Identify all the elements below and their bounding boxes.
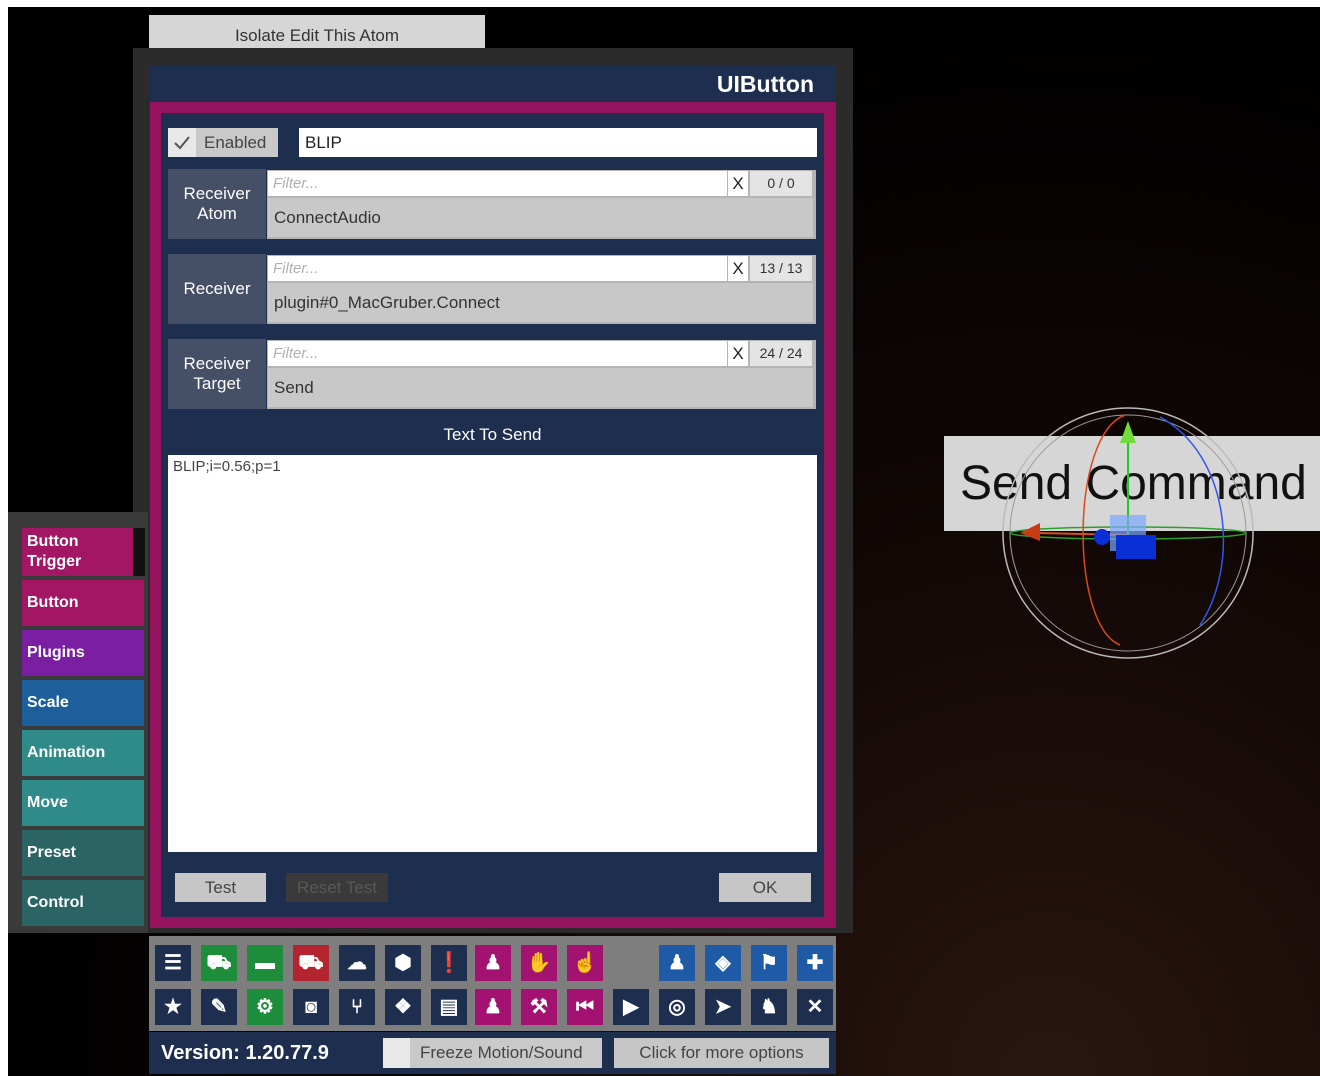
star-icon[interactable]: ★ bbox=[155, 989, 191, 1025]
receiver-filter-input[interactable]: Filter... bbox=[268, 256, 727, 281]
panel-title: UIButton bbox=[150, 66, 836, 102]
target-icon[interactable]: ◎ bbox=[659, 989, 695, 1025]
unity-icon[interactable]: ◈ bbox=[705, 945, 741, 981]
tab-scale[interactable]: Scale bbox=[22, 680, 144, 726]
text-to-send-field[interactable]: BLIP;i=0.56;p=1 bbox=[168, 455, 817, 852]
enabled-toggle[interactable]: Enabled bbox=[168, 128, 278, 157]
ok-button[interactable]: OK bbox=[719, 873, 811, 902]
tab-plugins[interactable]: Plugins bbox=[22, 630, 144, 676]
receiver-popup[interactable]: plugin#0_MacGruber.Connect bbox=[268, 283, 813, 322]
trigger-name-field[interactable]: BLIP bbox=[299, 128, 817, 157]
people-icon[interactable]: ♞ bbox=[751, 989, 787, 1025]
hand-icon[interactable]: ✋ bbox=[521, 945, 557, 981]
close-tools-icon[interactable]: ✕ bbox=[797, 989, 833, 1025]
play-icon[interactable]: ▶ bbox=[613, 989, 649, 1025]
enabled-label: Enabled bbox=[204, 132, 267, 152]
package-icon[interactable]: ⬢ bbox=[385, 945, 421, 981]
receiver-target-popup[interactable]: Send bbox=[268, 368, 813, 407]
main-toolbar: ☰ ⛟ ▬ ⛟ ☁ ⬢ ❗ ♟ ✋ ☝ ♟ ◈ ⚑ ✚ ★ ✎ ⚙ ◙ ⑂ ❖ … bbox=[149, 936, 836, 1031]
screen-border-left bbox=[0, 0, 8, 1076]
receiver-target-label: Receiver Target bbox=[168, 339, 266, 409]
tab-animation[interactable]: Animation bbox=[22, 730, 144, 776]
remove-person-icon[interactable]: ♟ bbox=[475, 989, 511, 1025]
menu-icon[interactable]: ☰ bbox=[155, 945, 191, 981]
tool-icon[interactable]: ⚒ bbox=[521, 989, 557, 1025]
alert-icon[interactable]: ❗ bbox=[431, 945, 467, 981]
send-command-label[interactable]: Send Command bbox=[944, 436, 1320, 531]
tab-control[interactable]: Control bbox=[22, 880, 144, 926]
test-button[interactable]: Test bbox=[175, 873, 266, 902]
camera-icon[interactable]: ◙ bbox=[293, 989, 329, 1025]
receiver-atom-label: Receiver Atom bbox=[168, 169, 266, 239]
receiver-atom-filter-clear-button[interactable]: X bbox=[728, 171, 748, 196]
pointer-hand-icon[interactable]: ☝ bbox=[567, 945, 603, 981]
receiver-count: 13 / 13 bbox=[750, 256, 812, 281]
freeze-motion-toggle[interactable]: Freeze Motion/Sound bbox=[383, 1038, 602, 1068]
tab-button[interactable]: Button bbox=[22, 580, 144, 626]
load-scene-icon[interactable]: ⛟ bbox=[293, 945, 329, 981]
settings-folder-icon[interactable]: ⚙ bbox=[247, 989, 283, 1025]
receiver-atom-count: 0 / 0 bbox=[750, 171, 812, 196]
active-tab-indicator bbox=[133, 528, 145, 576]
skip-back-icon[interactable]: ⏮ bbox=[567, 989, 603, 1025]
plus-icon[interactable]: ✚ bbox=[797, 945, 833, 981]
receiver-filter-clear-button[interactable]: X bbox=[728, 256, 748, 281]
receiver-target-count: 24 / 24 bbox=[750, 341, 812, 366]
receiver-target-filter-input[interactable]: Filter... bbox=[268, 341, 727, 366]
freeze-checkbox[interactable] bbox=[383, 1038, 410, 1068]
tab-button-trigger[interactable]: Button Trigger bbox=[22, 528, 144, 576]
checkmark-icon[interactable] bbox=[168, 128, 196, 157]
screen-border-top bbox=[0, 0, 1320, 7]
split-icon[interactable]: ⑂ bbox=[339, 989, 375, 1025]
save-scene-icon[interactable]: ⛟ bbox=[201, 945, 237, 981]
receiver-target-selector: Filter... X 24 / 24 Send bbox=[267, 340, 816, 409]
receiver-target-filter-clear-button[interactable]: X bbox=[728, 341, 748, 366]
cursor-icon[interactable]: ➤ bbox=[705, 989, 741, 1025]
document-icon[interactable]: ▤ bbox=[431, 989, 467, 1025]
tab-preset[interactable]: Preset bbox=[22, 830, 144, 876]
text-to-send-label: Text To Send bbox=[443, 425, 542, 444]
add-person-icon[interactable]: ♟ bbox=[475, 945, 511, 981]
version-label: Version: 1.20.77.9 bbox=[161, 1042, 329, 1064]
dropbox-icon[interactable]: ❖ bbox=[385, 989, 421, 1025]
person-icon[interactable]: ♟ bbox=[659, 945, 695, 981]
receiver-atom-filter-input[interactable]: Filter... bbox=[268, 171, 727, 196]
receiver-atom-popup[interactable]: ConnectAudio bbox=[268, 198, 813, 237]
more-options-button[interactable]: Click for more options bbox=[614, 1038, 829, 1068]
reset-test-button[interactable]: Reset Test bbox=[286, 873, 388, 902]
receiver-atom-selector: Filter... X 0 / 0 ConnectAudio bbox=[267, 170, 816, 239]
flag-icon[interactable]: ⚑ bbox=[751, 945, 787, 981]
tab-move[interactable]: Move bbox=[22, 780, 144, 826]
receiver-label: Receiver bbox=[168, 254, 266, 324]
edit-save-icon[interactable]: ✎ bbox=[201, 989, 237, 1025]
open-folder-icon[interactable]: ▬ bbox=[247, 945, 283, 981]
receiver-selector: Filter... X 13 / 13 plugin#0_MacGruber.C… bbox=[267, 255, 816, 324]
freeze-label: Freeze Motion/Sound bbox=[420, 1043, 583, 1062]
cloud-download-icon[interactable]: ☁ bbox=[339, 945, 375, 981]
